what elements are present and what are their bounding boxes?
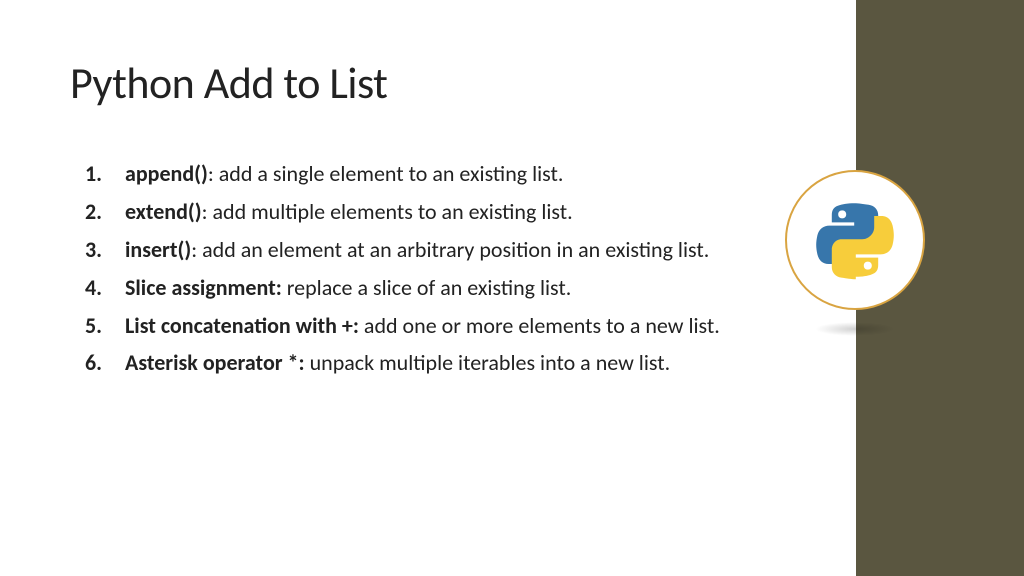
list-term: List concatenation with +: bbox=[125, 312, 359, 339]
list-item: insert(): add an element at an arbitrary… bbox=[85, 234, 740, 266]
content-area: append(): add a single element to an exi… bbox=[85, 158, 740, 385]
slide: Python Add to List append(): add a singl… bbox=[0, 0, 1024, 576]
slide-title: Python Add to List bbox=[70, 56, 387, 110]
python-logo-icon bbox=[815, 200, 895, 280]
list-item: Asterisk operator *: unpack multiple ite… bbox=[85, 347, 740, 379]
list-desc: add one or more elements to a new list. bbox=[364, 312, 720, 339]
list-term: Slice assignment: bbox=[125, 274, 282, 301]
list-item: List concatenation with +: add one or mo… bbox=[85, 310, 740, 342]
logo-shadow bbox=[815, 322, 895, 336]
list-desc: add an element at an arbitrary position … bbox=[202, 236, 709, 263]
list-item: append(): add a single element to an exi… bbox=[85, 158, 740, 190]
list-term: Asterisk operator *: bbox=[125, 349, 305, 376]
list-sep: : bbox=[202, 198, 213, 225]
list-desc: add a single element to an existing list… bbox=[219, 160, 564, 187]
list-desc: unpack multiple iterables into a new lis… bbox=[310, 349, 671, 376]
list-item: Slice assignment: replace a slice of an … bbox=[85, 272, 740, 304]
list-term: extend() bbox=[125, 198, 202, 225]
list-sep: : bbox=[191, 236, 202, 263]
logo-badge bbox=[785, 170, 925, 310]
list-desc: replace a slice of an existing list. bbox=[287, 274, 572, 301]
list-item: extend(): add multiple elements to an ex… bbox=[85, 196, 740, 228]
methods-list: append(): add a single element to an exi… bbox=[85, 158, 740, 379]
list-term: append() bbox=[125, 160, 208, 187]
list-sep: : bbox=[208, 160, 219, 187]
list-desc: add multiple elements to an existing lis… bbox=[212, 198, 572, 225]
list-term: insert() bbox=[125, 236, 191, 263]
